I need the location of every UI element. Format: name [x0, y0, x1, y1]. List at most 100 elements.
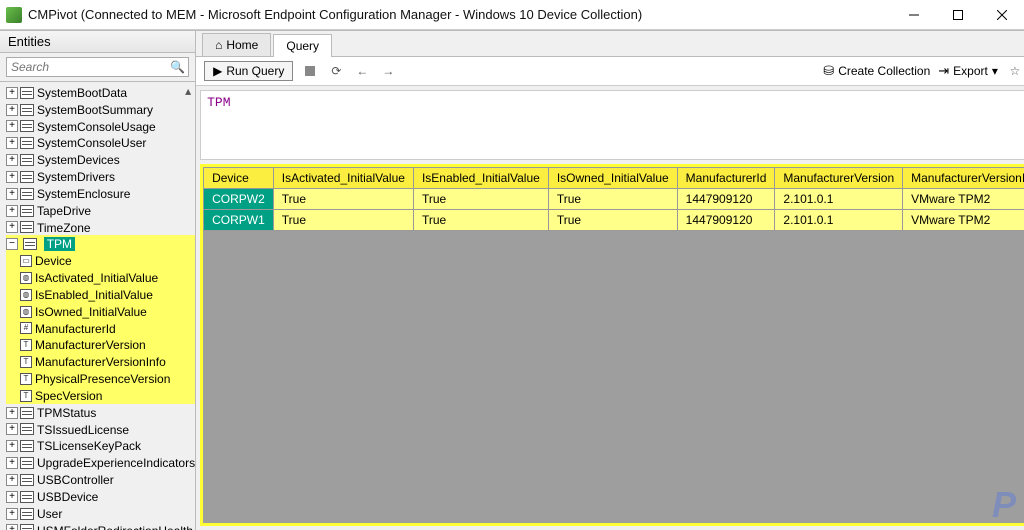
tab-home[interactable]: ⌂ Home [202, 33, 271, 56]
tree-field[interactable]: TPhysicalPresenceVersion [20, 370, 195, 387]
column-header[interactable]: IsEnabled_InitialValue [413, 168, 548, 189]
tree-entity[interactable]: + TSLicenseKeyPack [6, 437, 195, 454]
tree-entity[interactable]: +SystemEnclosure [6, 185, 195, 202]
minimize-button[interactable] [892, 0, 936, 30]
tree-field-label: Device [35, 254, 72, 268]
table-cell: True [413, 210, 548, 231]
export-button[interactable]: ⇥ Export ▾ [938, 63, 998, 79]
tree-entity[interactable]: +TimeZone [6, 219, 195, 236]
column-header[interactable]: ManufacturerVersionInfo [903, 168, 1024, 189]
tree-entity[interactable]: +SystemConsoleUsage [6, 118, 195, 135]
table-row[interactable]: CORPW1TrueTrueTrue14479091202.101.0.1VMw… [204, 210, 1024, 231]
entity-icon [20, 474, 34, 486]
results-area[interactable]: DeviceIsActivated_InitialValueIsEnabled_… [200, 164, 1024, 526]
expand-icon[interactable]: + [6, 440, 18, 452]
tree-entity[interactable]: + TPMStatus [6, 404, 195, 421]
expand-icon[interactable]: + [6, 188, 18, 200]
expand-icon[interactable]: + [6, 137, 18, 149]
tree-entity[interactable]: +SystemDrivers [6, 168, 195, 185]
column-header[interactable]: ManufacturerVersion [775, 168, 903, 189]
search-input[interactable] [7, 58, 188, 76]
tree-field[interactable]: #ManufacturerId [20, 320, 195, 337]
field-icon: ◍ [20, 306, 32, 318]
expand-icon[interactable]: + [6, 221, 18, 233]
tree-entity-label: SystemDevices [37, 153, 120, 167]
expand-icon[interactable]: + [6, 407, 18, 419]
entity-icon [20, 221, 34, 233]
create-collection-button[interactable]: ⛁ Create Collection [823, 63, 930, 79]
expand-icon[interactable]: + [6, 491, 18, 503]
entity-icon [20, 524, 34, 530]
expand-icon[interactable]: + [6, 508, 18, 520]
tree-field[interactable]: ◍IsOwned_InitialValue [20, 303, 195, 320]
query-toolbar: ▶ Run Query ⟳ ← → ⛁ Create Collection ⇥ … [196, 57, 1024, 86]
tree-field-label: IsEnabled_InitialValue [35, 288, 153, 302]
tree-entity[interactable]: + USBController [6, 471, 195, 488]
collapse-icon[interactable]: − [6, 238, 18, 250]
expand-icon[interactable]: + [6, 457, 18, 469]
entity-icon [20, 205, 34, 217]
tree-field[interactable]: ▭Device [20, 252, 195, 269]
tree-field[interactable]: TManufacturerVersion [20, 336, 195, 353]
expand-icon[interactable]: + [6, 154, 18, 166]
column-header[interactable]: IsOwned_InitialValue [548, 168, 677, 189]
entities-tree[interactable]: ▴ +SystemBootData+SystemBootSummary+Syst… [0, 82, 195, 530]
tree-field[interactable]: TSpecVersion [20, 387, 195, 404]
favorite-icon[interactable]: ☆ [1006, 62, 1024, 80]
column-header[interactable]: Device [204, 168, 274, 189]
tree-entity-label: USBController [37, 473, 114, 487]
export-icon: ⇥ [938, 63, 949, 79]
expand-icon[interactable]: + [6, 104, 18, 116]
tree-entity[interactable]: + User [6, 505, 195, 522]
expand-icon[interactable]: + [6, 423, 18, 435]
tree-field[interactable]: TManufacturerVersionInfo [20, 353, 195, 370]
entity-icon [20, 457, 34, 469]
field-icon: T [20, 356, 32, 368]
titlebar: CMPivot (Connected to MEM - Microsoft En… [0, 0, 1024, 30]
tree-entity[interactable]: +TapeDrive [6, 202, 195, 219]
refresh-icon[interactable]: ⟳ [327, 62, 345, 80]
tree-entity[interactable]: + SystemDevices [6, 151, 195, 168]
expand-icon[interactable]: + [6, 205, 18, 217]
tree-entity-tpm[interactable]: − TPM ▭Device◍IsActivated_InitialValue◍I… [6, 235, 195, 403]
play-icon: ▶ [213, 64, 222, 78]
table-row[interactable]: CORPW2TrueTrueTrue14479091202.101.0.1VMw… [204, 189, 1024, 210]
run-query-button[interactable]: ▶ Run Query [204, 61, 293, 81]
tree-entity[interactable]: + USBDevice [6, 488, 195, 505]
tree-entity[interactable]: +UpgradeExperienceIndicators [6, 454, 195, 471]
app-icon [6, 7, 22, 23]
tree-field[interactable]: ◍IsEnabled_InitialValue [20, 286, 195, 303]
table-cell: True [548, 210, 677, 231]
table-cell: 2.101.0.1 [775, 189, 903, 210]
query-editor[interactable]: TPM [200, 90, 1024, 160]
tree-field[interactable]: ◍IsActivated_InitialValue [20, 269, 195, 286]
expand-icon[interactable]: + [6, 120, 18, 132]
back-icon[interactable]: ← [353, 62, 371, 80]
tree-entity-label: SystemConsoleUser [37, 136, 146, 150]
tree-entity-label: USBDevice [37, 490, 98, 504]
stop-icon[interactable] [301, 62, 319, 80]
maximize-button[interactable] [936, 0, 980, 30]
forward-icon[interactable]: → [379, 62, 397, 80]
tree-entity[interactable]: +USMFolderRedirectionHealth [6, 522, 195, 530]
tab-query[interactable]: Query [273, 34, 332, 57]
tab-strip: ⌂ Home Query [196, 31, 1024, 57]
expand-icon[interactable]: + [6, 171, 18, 183]
tree-entity[interactable]: +TSIssuedLicense [6, 421, 195, 438]
tree-entity[interactable]: +SystemBootData [6, 84, 195, 101]
tree-entity[interactable]: + SystemConsoleUser [6, 134, 195, 151]
entity-icon [20, 407, 34, 419]
column-header[interactable]: IsActivated_InitialValue [273, 168, 413, 189]
tree-entity-label: TPMStatus [37, 406, 96, 420]
tree-entity[interactable]: +SystemBootSummary [6, 101, 195, 118]
table-cell: True [273, 189, 413, 210]
entity-icon [20, 508, 34, 520]
search-input-wrap[interactable]: 🔍 [6, 57, 189, 77]
column-header[interactable]: ManufacturerId [677, 168, 775, 189]
close-button[interactable] [980, 0, 1024, 30]
expand-icon[interactable]: + [6, 474, 18, 486]
tree-entity-label: User [37, 507, 62, 521]
expand-icon[interactable]: + [6, 524, 18, 530]
tree-entity-label: TSLicenseKeyPack [37, 439, 141, 453]
expand-icon[interactable]: + [6, 87, 18, 99]
